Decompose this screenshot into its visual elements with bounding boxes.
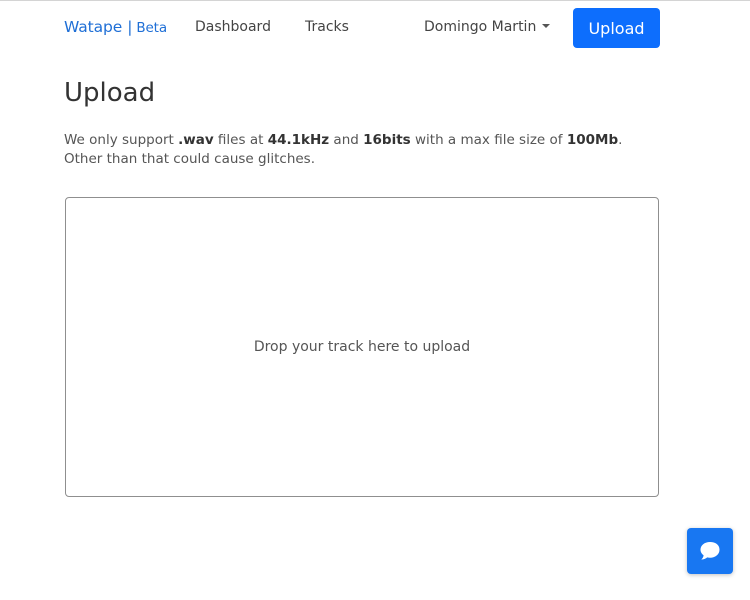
format-highlight: .wav [178, 132, 214, 148]
sample-rate-highlight: 44.1kHz [267, 132, 330, 148]
brand-beta-tag: Beta [136, 20, 168, 36]
chat-widget-button[interactable] [687, 528, 733, 574]
nav-link-tracks[interactable]: Tracks [305, 19, 349, 35]
bit-depth-highlight: 16bits [363, 132, 411, 148]
nav-link-dashboard[interactable]: Dashboard [195, 19, 271, 35]
brand-name: Watape [64, 18, 123, 36]
max-size-highlight: 100Mb [566, 132, 619, 148]
brand-logo[interactable]: Watape | Beta [64, 18, 167, 36]
file-dropzone[interactable]: Drop your track here to upload [65, 197, 659, 497]
upload-button[interactable]: Upload [573, 8, 660, 48]
upload-requirements-text: We only support .wav files at 44.1kHz an… [64, 132, 623, 167]
dropzone-label: Drop your track here to upload [253, 339, 471, 355]
caret-down-icon [542, 24, 551, 28]
chat-bubble-icon [700, 542, 720, 560]
navbar: Watape | Beta Dashboard Tracks Domingo Mar… [0, 1, 750, 55]
brand-separator: | [127, 18, 133, 36]
user-menu-dropdown[interactable]: Domingo Martin [424, 19, 551, 35]
page-title: Upload [64, 78, 156, 108]
user-name: Domingo Martin [424, 19, 537, 35]
